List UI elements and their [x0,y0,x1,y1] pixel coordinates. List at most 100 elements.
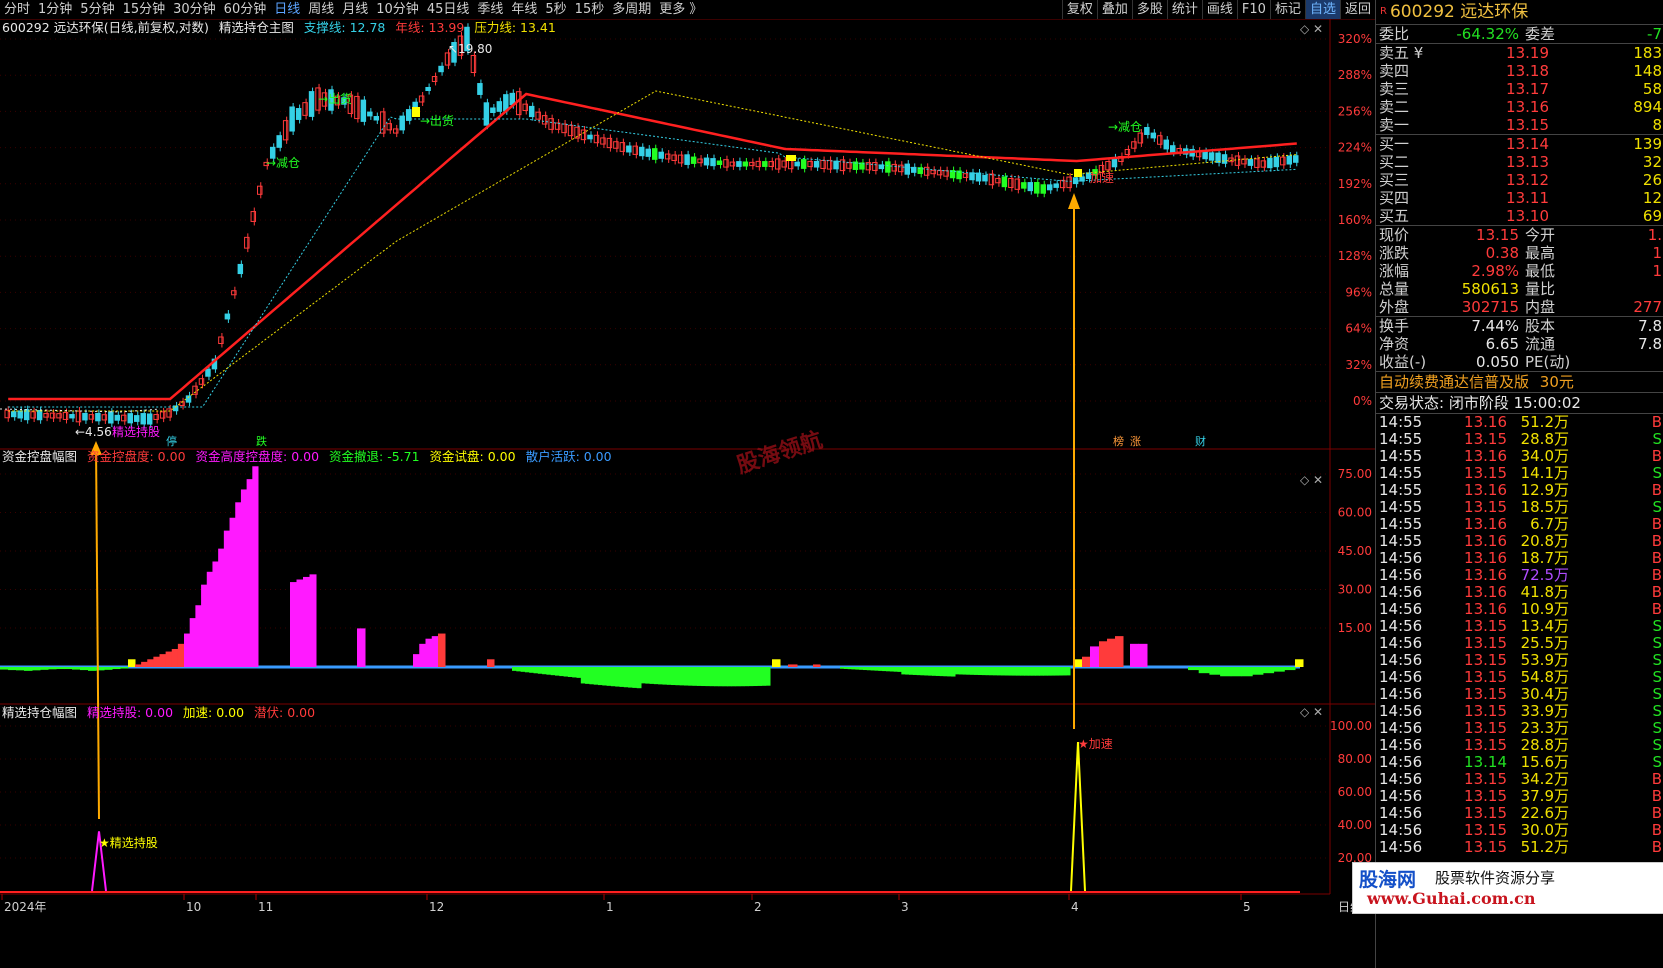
tick-cell-1: 13.15 [1464,719,1507,737]
sell-label: 卖四 [1379,62,1410,80]
candle-body [1163,139,1170,150]
stat-row-1-cell-2: 最高 [1525,244,1556,262]
toolbar-button-5[interactable]: F10 [1236,0,1270,19]
period-tab-3[interactable]: 15分钟 [119,0,170,19]
capital-panel-name[interactable]: 资金控盘幅图 [2,449,77,464]
capital-bar [218,548,225,667]
period-tab-15[interactable]: 多周期 [608,0,655,19]
period-tab-12[interactable]: 年线 [507,0,541,19]
capital-bar [951,667,956,677]
candle-body [716,160,723,165]
candle [373,112,380,124]
period-tab-1[interactable]: 1分钟 [34,0,76,19]
buy-level-3[interactable]: 买三 13.12 26 [1376,171,1663,189]
period-tab-8[interactable]: 月线 [338,0,372,19]
candle [244,233,250,253]
candle-body [807,160,813,168]
pressure-line-label: 压力线: 13.41 [474,20,556,35]
subscription-banner[interactable]: 自动续费通达信普及版 30元 [1376,371,1663,392]
candle-body [528,105,535,118]
period-tab-16[interactable]: 更多 》 [655,0,706,19]
sell-level-4[interactable]: 卖四 13.18 148 [1376,62,1663,80]
tick-cell-3: B [1651,413,1662,431]
candle [496,97,503,116]
buy-level-2[interactable]: 买二 13.13 32 [1376,153,1663,171]
main-chart-area[interactable]: 320% 288% 256% 224% 192% 160% 128% 96% 64% 32% 0% 7… [0,19,1375,968]
hold-item-1: 精选持股: 0.00 [87,705,174,720]
period-tab-7[interactable]: 周线 [304,0,338,19]
tick-row: 14:56 13.16 10.9万 B [1376,601,1663,618]
capital-bar [580,667,586,684]
candle-body [250,211,257,222]
buy-level-5[interactable]: 买五 13.10 69 [1376,207,1663,225]
candle [677,151,684,167]
sell-level-1[interactable]: 卖一 13.15 8 [1376,116,1663,134]
hold-panel-name[interactable]: 精选持仓幅图 [2,705,77,720]
toolbar-button-0[interactable]: 复权 [1061,0,1097,19]
period-tab-0[interactable]: 分时 [0,0,34,19]
stock-title: 600292 远达环保(日线,前复权,对数) [2,20,209,35]
buy-price: 13.10 [1506,207,1549,225]
buy-level-1[interactable]: 买一 13.14 139 [1376,135,1663,153]
toolbar-button-3[interactable]: 统计 [1166,0,1202,19]
tick-row: 14:56 13.15 28.8万 S [1376,737,1663,754]
stat2-row-1-cell-1: 6.65 [1485,335,1519,353]
candle-body [134,415,140,422]
candle [75,407,82,426]
toolbar-button-7[interactable]: 自选 [1304,0,1340,19]
tick-cell-2: 13.4万 [1520,617,1569,635]
candle [1254,154,1260,172]
period-tab-2[interactable]: 5分钟 [76,0,118,19]
capital-bar [296,579,304,667]
period-tab-5[interactable]: 60分钟 [220,0,271,19]
candle-body [794,161,800,167]
capital-bar [905,667,910,675]
jiasu-main-label: 加速 [1090,171,1114,185]
toolbar-button-4[interactable]: 画线 [1201,0,1237,19]
toolbar-button-1[interactable]: 叠加 [1096,0,1132,19]
capital-bar [1220,667,1232,677]
candle [360,96,367,126]
capital-bar [252,466,259,667]
capital-bar [1273,667,1285,672]
capital-axis-label: 75.00 [1338,467,1372,481]
period-tab-11[interactable]: 季线 [473,0,507,19]
tick-list[interactable]: 14:55 13.16 51.2万 B 14:55 13.15 28.8万 S 14:55 13.… [1376,413,1663,856]
period-tab-10[interactable]: 45日线 [423,0,474,19]
indicator-name[interactable]: 精选持仓主图 [219,20,294,35]
toolbar-button-2[interactable]: 多股 [1131,0,1167,19]
buy-label: 买二 [1379,153,1410,171]
candle [762,157,768,171]
tick-cell-2: 34.2万 [1520,770,1569,788]
candle [477,79,483,99]
period-tab-9[interactable]: 10分钟 [372,0,423,19]
capital-bar [757,667,762,686]
capital-bar [843,667,849,669]
buy-label: 买一 [1379,135,1410,153]
capital-bar [993,667,998,676]
sell-level-5[interactable]: 卖五 ¥ 13.19 183 [1376,44,1663,62]
buy-label: 买四 [1379,189,1410,207]
toolbar-button-8[interactable]: 返回 [1339,0,1375,19]
capital-bar [870,667,875,671]
period-tab-4[interactable]: 30分钟 [169,0,220,19]
capital-bar [1035,667,1040,676]
buy-level-4[interactable]: 买四 13.11 12 [1376,189,1663,207]
capital-bar [165,651,173,667]
capital-bar [516,667,522,672]
capital-bar [104,667,113,670]
sell-level-2[interactable]: 卖二 13.16 894 [1376,98,1663,116]
time-axis-label: 11 [258,900,273,914]
tick-cell-2: 30.4万 [1520,685,1569,703]
toolbar-button-6[interactable]: 标记 [1269,0,1305,19]
capital-bar [981,667,987,676]
sell-price: 13.19 [1506,44,1549,62]
sell-level-3[interactable]: 卖三 13.17 58 [1376,80,1663,98]
period-tab-13[interactable]: 5秒 [541,0,570,19]
candle [580,126,587,144]
candle-body [237,263,244,275]
candle-body [477,83,483,95]
period-tab-14[interactable]: 15秒 [571,0,609,19]
hold-item-2: 加速: 0.00 [183,705,245,720]
period-tab-6[interactable]: 日线 [270,0,304,19]
